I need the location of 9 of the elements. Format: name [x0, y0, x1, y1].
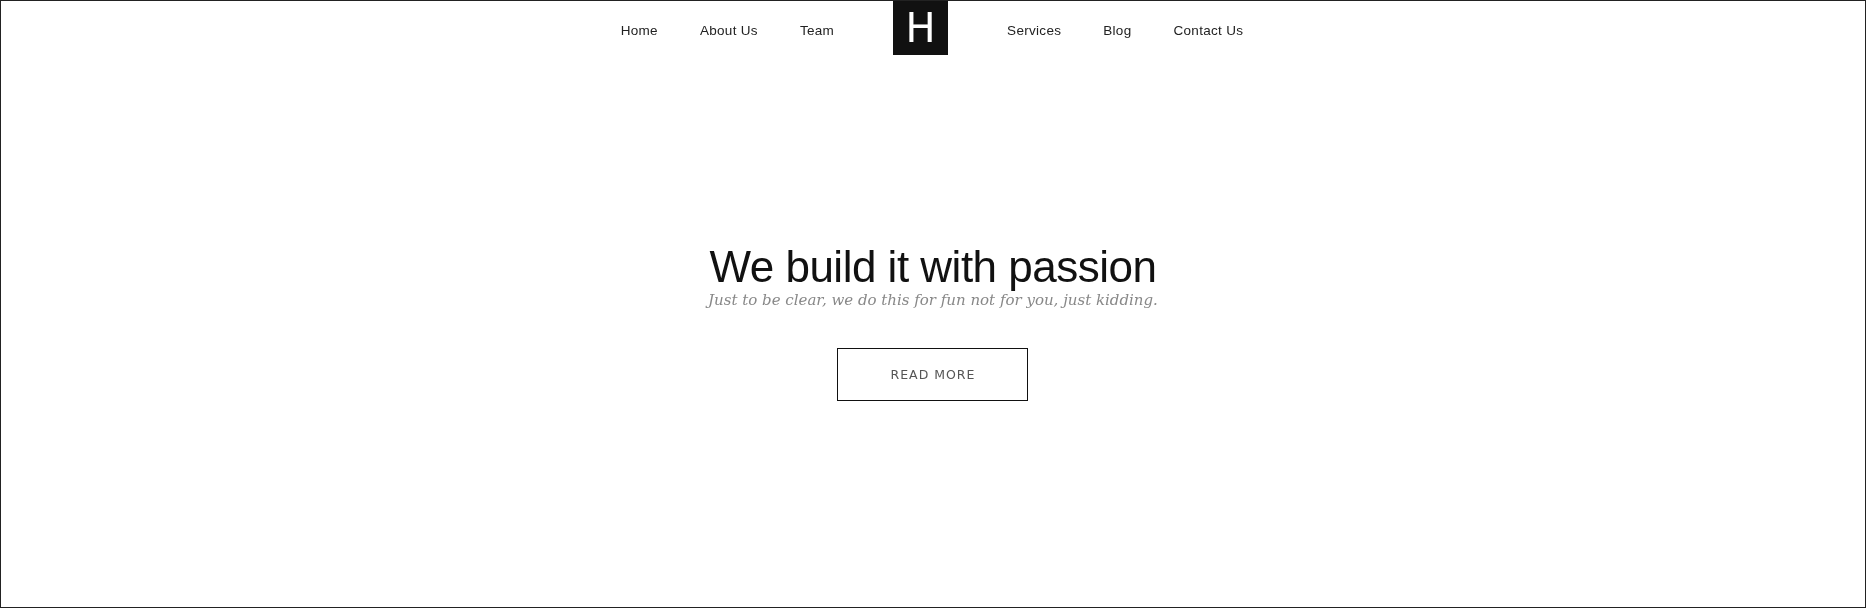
nav-link[interactable]: Team [799, 23, 835, 38]
hero-title: We build it with passion [709, 244, 1157, 290]
read-more-button[interactable]: READ MORE [837, 348, 1029, 401]
logo[interactable]: H [893, 1, 949, 55]
nav-link[interactable]: Services [1007, 23, 1062, 38]
nav-link[interactable]: Contact Us [1173, 23, 1244, 38]
nav-link[interactable]: Blog [1103, 23, 1132, 38]
nav-link[interactable]: About Us [699, 23, 758, 38]
nav-link[interactable]: Home [620, 23, 658, 38]
